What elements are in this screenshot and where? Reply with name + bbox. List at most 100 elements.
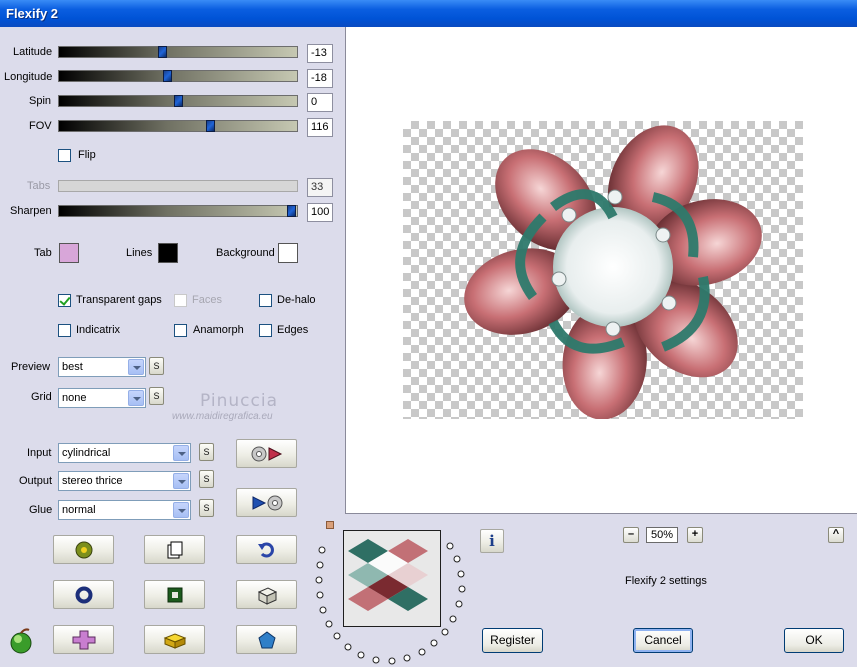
glue-label: Glue bbox=[29, 504, 53, 516]
faces-label: Faces bbox=[192, 294, 222, 306]
output-select[interactable]: stereo thrice bbox=[58, 471, 191, 491]
brick-icon bbox=[163, 632, 186, 649]
chevron-down-icon bbox=[173, 473, 189, 489]
de-halo-checkbox[interactable] bbox=[259, 294, 272, 307]
pentagon-button[interactable] bbox=[236, 625, 297, 654]
background-color-swatch[interactable] bbox=[278, 243, 298, 263]
spin-label: Spin bbox=[29, 95, 52, 107]
spin-slider[interactable] bbox=[58, 95, 298, 107]
flip-checkbox[interactable] bbox=[58, 149, 71, 162]
transparent-gaps-checkbox[interactable] bbox=[58, 294, 71, 307]
fov-thumb[interactable] bbox=[206, 120, 215, 132]
settings-caption: Flexify 2 settings bbox=[625, 575, 707, 587]
spin-value[interactable]: 0 bbox=[307, 93, 333, 112]
input-select[interactable]: cylindrical bbox=[58, 443, 191, 463]
random-dice-button[interactable] bbox=[236, 580, 297, 609]
chevron-down-icon bbox=[128, 359, 144, 375]
grid-s-button[interactable]: S bbox=[149, 387, 164, 405]
ring-handle[interactable] bbox=[326, 521, 334, 529]
brick-button[interactable] bbox=[144, 625, 205, 654]
cross-button[interactable] bbox=[53, 625, 114, 654]
ok-button[interactable]: OK bbox=[784, 628, 844, 653]
spin-thumb[interactable] bbox=[174, 95, 183, 107]
flexify-logo-icon bbox=[7, 627, 35, 658]
scroll-up-button[interactable]: ^ bbox=[828, 527, 844, 543]
fov-slider[interactable] bbox=[58, 120, 298, 132]
preview-select[interactable]: best bbox=[58, 357, 146, 377]
edges-label: Edges bbox=[277, 324, 309, 336]
glue-s-button[interactable]: S bbox=[199, 499, 214, 517]
tab-color-swatch[interactable] bbox=[59, 243, 79, 263]
sharpen-slider[interactable] bbox=[58, 205, 298, 217]
input-select-value: cylindrical bbox=[62, 447, 111, 459]
tabs-slider bbox=[58, 180, 298, 192]
sharpen-label: Sharpen bbox=[10, 205, 52, 217]
load-input-button[interactable] bbox=[236, 439, 297, 468]
chevron-down-icon bbox=[128, 390, 144, 406]
window-title: Flexify 2 bbox=[0, 0, 857, 27]
undo-button[interactable] bbox=[236, 535, 297, 564]
anamorph-checkbox[interactable] bbox=[174, 324, 187, 337]
input-s-button[interactable]: S bbox=[199, 443, 214, 461]
sharpen-value[interactable]: 100 bbox=[307, 203, 333, 222]
flip-label: Flip bbox=[78, 149, 96, 161]
grid-select[interactable]: none bbox=[58, 388, 146, 408]
fov-value[interactable]: 116 bbox=[307, 118, 333, 137]
lines-color-swatch[interactable] bbox=[158, 243, 178, 263]
copy-button[interactable] bbox=[144, 535, 205, 564]
undo-icon bbox=[257, 542, 274, 557]
preview-canvas bbox=[403, 121, 803, 420]
save-output-button[interactable] bbox=[236, 488, 297, 517]
preview-pane[interactable] bbox=[345, 27, 857, 514]
info-button[interactable]: i bbox=[480, 529, 504, 553]
ring-button[interactable] bbox=[53, 580, 114, 609]
background-color-label: Background bbox=[216, 247, 275, 259]
preview-label: Preview bbox=[11, 361, 51, 373]
disc-to-image-icon bbox=[251, 446, 282, 461]
grid-label: Grid bbox=[31, 391, 52, 403]
tabs-value: 33 bbox=[307, 178, 333, 197]
fov-label: FOV bbox=[29, 120, 52, 132]
latitude-label: Latitude bbox=[13, 46, 53, 58]
latitude-thumb[interactable] bbox=[158, 46, 167, 58]
watermark-url: www.maidiregrafica.eu bbox=[172, 411, 273, 422]
sharpen-thumb[interactable] bbox=[287, 205, 296, 217]
info-icon: i bbox=[489, 532, 495, 550]
grid-select-value: none bbox=[62, 392, 87, 404]
frame-button[interactable] bbox=[144, 580, 205, 609]
longitude-label: Longitude bbox=[4, 71, 53, 83]
glue-select[interactable]: normal bbox=[58, 500, 191, 520]
transparent-gaps-label: Transparent gaps bbox=[76, 294, 162, 306]
image-to-disc-icon bbox=[252, 495, 282, 510]
dialog-body: Latitude -13 Longitude -18 Spin 0 FOV 11… bbox=[0, 27, 857, 667]
chevron-down-icon bbox=[173, 445, 189, 461]
zoom-out-button[interactable]: – bbox=[623, 527, 639, 543]
zoom-in-button[interactable]: + bbox=[687, 527, 703, 543]
anamorph-label: Anamorph bbox=[193, 324, 244, 336]
longitude-slider[interactable] bbox=[58, 70, 298, 82]
longitude-thumb[interactable] bbox=[163, 70, 172, 82]
register-button[interactable]: Register bbox=[482, 628, 543, 653]
chevron-down-icon bbox=[173, 502, 189, 518]
randomize-shape-button[interactable] bbox=[53, 535, 114, 564]
cross-net-icon bbox=[72, 630, 95, 649]
indicatrix-checkbox[interactable] bbox=[58, 324, 71, 337]
frame-icon bbox=[167, 587, 182, 602]
pentagon-icon bbox=[257, 630, 276, 648]
latitude-value[interactable]: -13 bbox=[307, 44, 333, 63]
indicatrix-label: Indicatrix bbox=[76, 324, 121, 336]
tab-color-label: Tab bbox=[34, 247, 52, 259]
preview-s-button[interactable]: S bbox=[149, 357, 164, 375]
longitude-value[interactable]: -18 bbox=[307, 69, 333, 88]
edges-checkbox[interactable] bbox=[259, 324, 272, 337]
output-s-button[interactable]: S bbox=[199, 470, 214, 488]
thumbnail-dot-ring bbox=[315, 542, 466, 665]
cancel-button[interactable]: Cancel bbox=[633, 628, 693, 653]
output-select-value: stereo thrice bbox=[62, 475, 123, 487]
latitude-slider[interactable] bbox=[58, 46, 298, 58]
tabs-label: Tabs bbox=[27, 180, 51, 192]
preview-select-value: best bbox=[62, 361, 83, 373]
ring-icon bbox=[75, 586, 92, 603]
zoom-level: 50% bbox=[646, 527, 678, 543]
copy-icon bbox=[167, 541, 182, 558]
